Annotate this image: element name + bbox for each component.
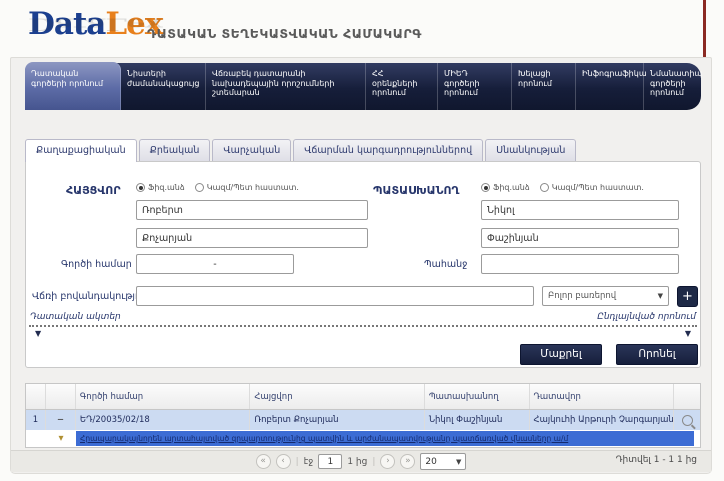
- header-actions: [674, 384, 700, 409]
- results-table: Գործի համար Հայցվոր Պատասխանող Դատավոր 1…: [25, 383, 701, 448]
- page-size-dropdown[interactable]: 20▼: [420, 453, 466, 470]
- case-number-input[interactable]: [136, 254, 294, 274]
- claim-label: Պահանջ: [424, 259, 467, 270]
- case-type-tab-4[interactable]: Սնանկության: [485, 139, 576, 162]
- app-title: ԴԱՏԱԿԱՆ ՏԵՂԵԿԱՏՎԱԿԱՆ ՀԱՄԱԿԱՐԳ: [147, 26, 422, 41]
- prev-page-button[interactable]: ‹: [276, 454, 291, 469]
- radio-icon: [540, 183, 549, 192]
- logo-reflection: DataLex: [28, 14, 162, 34]
- next-page-button[interactable]: ›: [380, 454, 395, 469]
- case-type-tabs: ՔաղաքացիականՔրեականՎարչականՎճարման կարգա…: [25, 139, 576, 162]
- table-row[interactable]: 1 − ԵԴ/20035/02/18Ռոբերտ ՔոչարյանՆիկոլ Փաշ…: [26, 410, 700, 430]
- cell-case-number: ԵԴ/20035/02/18: [76, 410, 250, 430]
- page-label: էջ: [304, 457, 314, 467]
- plaintiff-first-name-input[interactable]: [136, 200, 368, 220]
- word-match-dropdown[interactable]: Բոլոր բառերով▼: [542, 286, 669, 306]
- nav-item-2[interactable]: Վճռաբեկ դատարանի նախադեպային որոշումների…: [206, 63, 366, 110]
- collapse-row-button[interactable]: −: [46, 410, 76, 430]
- window-edge-line: [703, 0, 706, 57]
- clear-button[interactable]: Մաքրել: [520, 344, 602, 365]
- pagination-bar: « ‹ | էջ 1 ից | › » 20▼ Դիտվել 1 - 1 1 ի…: [11, 450, 711, 472]
- defendant-first-name-input[interactable]: [481, 200, 679, 220]
- judicial-acts-link[interactable]: Դատական ակտեր: [30, 312, 121, 322]
- case-number-label: Գործի համար: [61, 259, 132, 270]
- page-number-input[interactable]: [318, 454, 342, 469]
- plaintiff-label: ՀԱՅՑՎՈՐ: [66, 184, 121, 197]
- chevron-down-icon: ▼: [456, 458, 461, 466]
- page-of-label: 1 ից: [347, 457, 367, 467]
- plaintiff-type-radios: Ֆիզ.անձ Կազմ/Պետ հաստատ.: [136, 183, 299, 192]
- nav-item-0[interactable]: Դատական գործերի որոնում: [25, 62, 121, 110]
- radio-icon: [195, 183, 204, 192]
- claim-detail-link[interactable]: Հրապարակայնորեն արտահայտված զրպարտությու…: [76, 431, 694, 446]
- nav-item-5[interactable]: Խելացի որոնում: [512, 63, 576, 110]
- case-type-tab-2[interactable]: Վարչական: [212, 139, 291, 162]
- cell-judge: Հայկուհի Արթուրի Չարգարյան: [530, 410, 675, 430]
- radio-selected-icon: [136, 183, 145, 192]
- nav-item-4[interactable]: ՄԻԵԴ գործերի որոնում: [438, 63, 512, 110]
- first-page-button[interactable]: «: [256, 454, 271, 469]
- claim-input[interactable]: [481, 254, 679, 274]
- cell-plaintiff: Ռոբերտ Քոչարյան: [250, 410, 424, 430]
- header-expander: [46, 384, 76, 409]
- nav-item-1[interactable]: Նիստերի ժամանակացույց: [121, 63, 206, 110]
- header-judge: Դատավոր: [530, 384, 675, 409]
- nav-item-6[interactable]: Ինֆոգրաֆիկա: [576, 63, 644, 110]
- main-navigation: Դատական գործերի որոնումՆիստերի ժամանակաց…: [25, 63, 701, 110]
- results-summary: Դիտվել 1 - 1 1 ից: [616, 455, 697, 465]
- radio-selected-icon: [481, 183, 490, 192]
- dotted-separator: [29, 325, 697, 327]
- defendant-label: ՊԱՏԱՍԽԱՆՈՂ: [373, 184, 459, 197]
- header-case-number: Գործի համար: [76, 384, 250, 409]
- header-num: [26, 384, 46, 409]
- verdict-content-label: Վճռի բովանդակություն: [32, 291, 151, 302]
- case-type-tab-3[interactable]: Վճարման կարգադրություններով: [293, 139, 483, 162]
- magnifier-icon: [682, 415, 693, 426]
- add-criteria-button[interactable]: +: [677, 286, 698, 307]
- nav-item-3[interactable]: ՀՀ օրենքների որոնում: [366, 63, 438, 110]
- last-page-button[interactable]: »: [400, 454, 415, 469]
- header-defendant: Պատասխանող: [425, 384, 530, 409]
- detail-expander[interactable]: ▾: [46, 430, 76, 447]
- search-form-panel: ՀԱՅՑՎՈՐ Ֆիզ.անձ Կազմ/Պետ հաստատ. ՊԱՏԱՍԽԱ…: [25, 161, 701, 368]
- defendant-person-radio[interactable]: Ֆիզ.անձ: [481, 183, 530, 192]
- chevron-down-icon: ▾: [58, 435, 63, 443]
- nav-item-7[interactable]: Նմանատիպ գործերի որոնում: [644, 63, 701, 110]
- expand-advanced-arrow-icon[interactable]: ▼: [685, 329, 691, 338]
- view-case-button[interactable]: [674, 410, 700, 430]
- header-plaintiff: Հայցվոր: [250, 384, 424, 409]
- defendant-type-radios: Ֆիզ.անձ Կազմ/Պետ հաստատ.: [481, 183, 644, 192]
- defendant-org-radio[interactable]: Կազմ/Պետ հաստատ.: [540, 183, 644, 192]
- plaintiff-last-name-input[interactable]: [136, 228, 368, 248]
- chevron-down-icon: ▼: [658, 292, 663, 300]
- defendant-last-name-input[interactable]: [481, 228, 679, 248]
- row-number: 1: [26, 410, 46, 430]
- table-row-detail: ▾ Հրապարակայնորեն արտահայտված զրպարտությո…: [26, 430, 700, 447]
- cell-defendant: Նիկոլ Փաշինյան: [425, 410, 530, 430]
- verdict-content-input[interactable]: [136, 286, 534, 306]
- case-type-tab-0[interactable]: Քաղաքացիական: [25, 139, 137, 162]
- advanced-search-link[interactable]: Ընդլայնված որոնում: [597, 312, 696, 322]
- case-type-tab-1[interactable]: Քրեական: [139, 139, 211, 162]
- plaintiff-org-radio[interactable]: Կազմ/Պետ հաստատ.: [195, 183, 299, 192]
- plaintiff-person-radio[interactable]: Ֆիզ.անձ: [136, 183, 185, 192]
- table-header-row: Գործի համար Հայցվոր Պատասխանող Դատավոր: [26, 384, 700, 410]
- search-button[interactable]: Որոնել: [616, 344, 698, 365]
- minus-icon: −: [57, 415, 64, 425]
- expand-acts-arrow-icon[interactable]: ▼: [35, 329, 41, 338]
